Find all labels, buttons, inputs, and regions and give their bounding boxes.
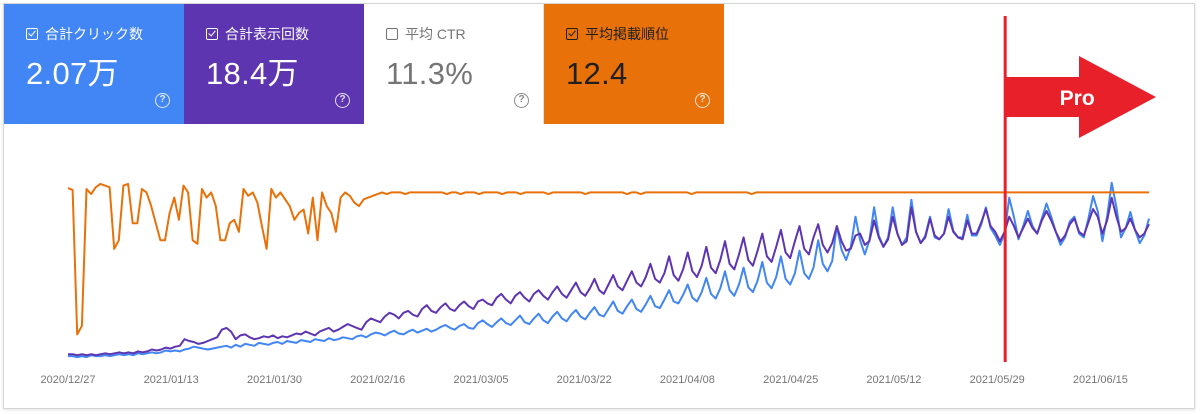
annotation-label: Pro xyxy=(1060,87,1095,110)
x-tick-label: 2021/03/05 xyxy=(453,374,508,386)
x-tick-label: 2021/01/30 xyxy=(247,374,302,386)
x-tick-label: 2021/06/15 xyxy=(1073,374,1128,386)
x-axis-ticks: 2020/12/27 2021/01/13 2021/01/30 2021/02/16… xyxy=(40,374,1127,386)
x-tick-label: 2021/03/22 xyxy=(557,374,612,386)
series-line-impressions xyxy=(68,196,1150,357)
x-tick-label: 2021/05/12 xyxy=(866,374,921,386)
series-line-position xyxy=(67,182,1149,336)
x-tick-label: 2021/01/13 xyxy=(144,374,199,386)
x-tick-label: 2021/02/16 xyxy=(350,374,405,386)
series-layer xyxy=(67,181,1150,359)
x-tick-label: 2021/05/29 xyxy=(970,374,1025,386)
pro-annotation: Pro xyxy=(1003,16,1156,362)
x-tick-label: 2021/04/08 xyxy=(660,374,715,386)
search-performance-panel: 合計クリック数 2.07万 ? 合計表示回数 18.4万 ? 平均 CTR 11… xyxy=(3,3,1195,409)
performance-line-chart: 2020/12/27 2021/01/13 2021/01/30 2021/02/16… xyxy=(40,16,1156,386)
x-tick-label: 2021/04/25 xyxy=(763,374,818,386)
x-tick-label: 2020/12/27 xyxy=(40,374,95,386)
